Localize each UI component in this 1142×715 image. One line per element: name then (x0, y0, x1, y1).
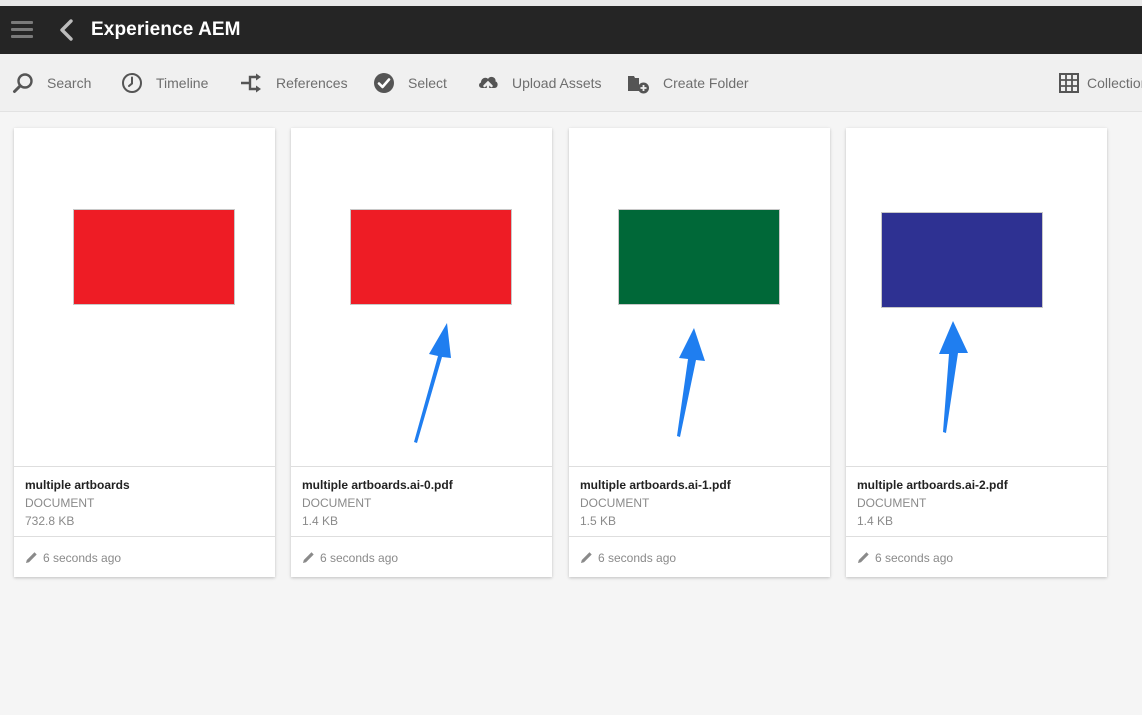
asset-meta: multiple artboards.ai-0.pdf DOCUMENT 1.4… (291, 468, 552, 537)
folder-add-icon (628, 76, 649, 94)
references-button[interactable]: References (240, 54, 348, 112)
pencil-icon (858, 552, 869, 563)
hamburger-menu-icon[interactable] (11, 21, 33, 39)
pencil-icon (26, 552, 37, 563)
asset-thumbnail (14, 128, 275, 467)
chevron-left-icon[interactable] (56, 19, 76, 41)
app-header: Experience AEM (0, 6, 1142, 54)
pencil-icon (303, 552, 314, 563)
asset-modified: 6 seconds ago (320, 550, 399, 565)
asset-footer: 6 seconds ago (569, 538, 830, 577)
upload-assets-button[interactable]: Upload Assets (477, 54, 602, 112)
asset-name: multiple artboards.ai-0.pdf (302, 478, 453, 492)
asset-thumbnail (569, 128, 830, 467)
blue-arrow-annotation (939, 321, 968, 433)
select-button[interactable]: Select (373, 54, 447, 112)
artboard-swatch (350, 209, 512, 305)
select-label: Select (408, 75, 447, 91)
asset-type: DOCUMENT (857, 496, 927, 510)
artboard-swatch (73, 209, 235, 305)
collections-label: Collections (1087, 75, 1142, 91)
asset-footer: 6 seconds ago (291, 538, 552, 577)
asset-size: 1.5 KB (580, 514, 617, 528)
asset-meta: multiple artboards.ai-2.pdf DOCUMENT 1.4… (846, 468, 1107, 537)
asset-type: DOCUMENT (580, 496, 650, 510)
asset-footer: 6 seconds ago (14, 538, 275, 577)
asset-footer: 6 seconds ago (846, 538, 1107, 577)
clock-icon (122, 73, 142, 93)
blue-arrow-annotation (414, 323, 451, 443)
app-title: Experience AEM (91, 19, 241, 40)
pencil-icon (581, 552, 592, 563)
search-icon (13, 73, 33, 93)
asset-meta: multiple artboards DOCUMENT 732.8 KB (14, 468, 275, 537)
create-folder-label: Create Folder (663, 75, 749, 91)
asset-card[interactable]: multiple artboards DOCUMENT 732.8 KB 6 s… (14, 128, 275, 577)
timeline-label: Timeline (156, 75, 209, 91)
asset-name: multiple artboards.ai-1.pdf (580, 478, 731, 492)
search-label: Search (47, 75, 92, 91)
artboard-swatch (618, 209, 780, 305)
asset-size: 1.4 KB (302, 514, 339, 528)
asset-modified: 6 seconds ago (598, 550, 677, 565)
asset-modified: 6 seconds ago (43, 550, 122, 565)
blue-arrow-annotation (677, 328, 705, 437)
create-folder-button[interactable]: Create Folder (627, 54, 749, 112)
asset-modified: 6 seconds ago (875, 550, 954, 565)
references-label: References (276, 75, 348, 91)
asset-name: multiple artboards (25, 478, 130, 492)
timeline-button[interactable]: Timeline (121, 54, 208, 112)
asset-thumbnail (291, 128, 552, 467)
asset-type: DOCUMENT (302, 496, 372, 510)
asset-type: DOCUMENT (25, 496, 95, 510)
collections-button[interactable]: Collections (1059, 54, 1142, 112)
asset-name: multiple artboards.ai-2.pdf (857, 478, 1008, 492)
grid-icon (1059, 73, 1079, 93)
asset-card[interactable]: multiple artboards.ai-0.pdf DOCUMENT 1.4… (291, 128, 552, 577)
asset-size: 1.4 KB (857, 514, 894, 528)
asset-card[interactable]: multiple artboards.ai-2.pdf DOCUMENT 1.4… (846, 128, 1107, 577)
action-bar: Search Timeline References Select Upload… (0, 54, 1142, 112)
asset-meta: multiple artboards.ai-1.pdf DOCUMENT 1.5… (569, 468, 830, 537)
asset-size: 732.8 KB (25, 514, 75, 528)
search-button[interactable]: Search (12, 54, 91, 112)
asset-thumbnail (846, 128, 1107, 467)
checkmark-circle-icon (374, 73, 394, 93)
asset-card[interactable]: multiple artboards.ai-1.pdf DOCUMENT 1.5… (569, 128, 830, 577)
artboard-swatch (881, 212, 1043, 308)
upload-assets-label: Upload Assets (512, 75, 602, 91)
references-icon (241, 73, 261, 93)
cloud-upload-icon (479, 76, 498, 94)
